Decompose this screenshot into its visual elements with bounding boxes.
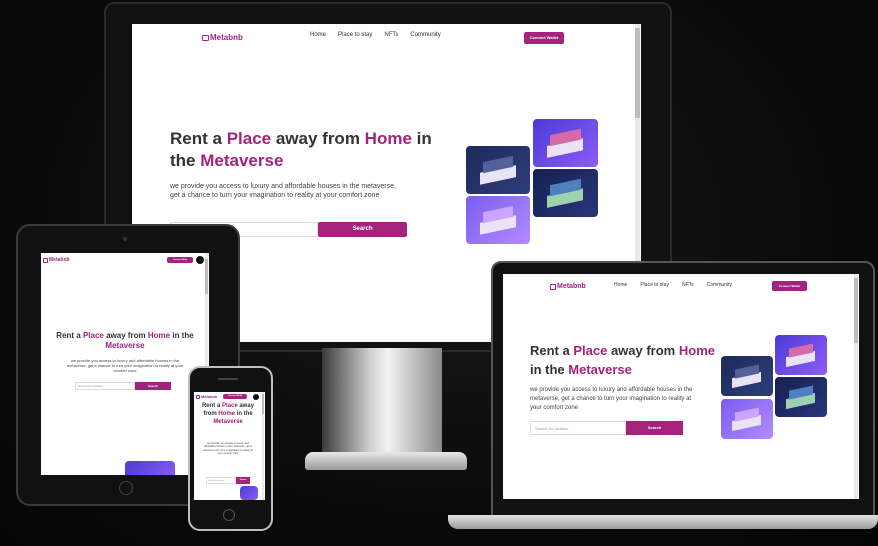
house-icon — [43, 257, 48, 263]
tablet-search-input[interactable]: Search for location — [75, 382, 135, 390]
tablet-home-button[interactable] — [119, 481, 133, 495]
phone-logo[interactable]: Metabnb — [196, 394, 217, 399]
tablet-camera — [123, 237, 127, 241]
nav-place-to-stay[interactable]: Place to stay — [338, 32, 372, 38]
nft-house-1 — [480, 156, 516, 186]
laptop-nav-home[interactable]: Home — [614, 282, 627, 288]
house-icon — [196, 394, 200, 399]
laptop-nft-house-2 — [786, 343, 816, 368]
desktop-stand-base — [305, 452, 467, 470]
phone-nft-image — [240, 486, 258, 500]
nft-house-3 — [547, 179, 584, 209]
laptop-logo[interactable]: Metabnb — [550, 283, 586, 290]
phone-speaker — [218, 378, 238, 380]
nft-house-2 — [547, 129, 584, 159]
laptop-screen: Metabnb Home Place to stay NFTs Communit… — [503, 274, 859, 499]
desktop-logo-text: Metabnb — [210, 33, 243, 42]
laptop-hero-title: Rent a Place away from Home in the Metav… — [530, 343, 715, 377]
laptop-nft-house-4 — [732, 407, 762, 432]
phone-home-button[interactable] — [223, 509, 235, 521]
hero-title: Rent a Place away from Home in the Metav… — [170, 129, 432, 170]
tablet-hero-title: Rent a Place away from Home in the Metav… — [56, 331, 194, 350]
laptop-nft-house-1 — [732, 364, 762, 389]
laptop-nft-image-2 — [775, 335, 827, 375]
laptop-nft-image-3 — [775, 377, 827, 417]
phone-search-button[interactable]: Search — [236, 477, 250, 484]
phone-screen: Metabnb Connect Wallet Rent a Place away… — [194, 392, 265, 500]
laptop-search-input[interactable]: Search for location — [530, 421, 626, 435]
laptop-scrollbar[interactable] — [854, 274, 858, 499]
laptop-nav-place-to-stay[interactable]: Place to stay — [640, 282, 669, 288]
nft-image-4 — [466, 196, 530, 244]
laptop-nav-community[interactable]: Community — [707, 282, 732, 288]
nft-image-1 — [466, 146, 530, 194]
laptop-search-button[interactable]: Search — [626, 421, 683, 435]
nav-community[interactable]: Community — [410, 32, 440, 38]
laptop-nft-house-3 — [786, 385, 816, 410]
desktop-nav: Home Place to stay NFTs Community — [310, 32, 441, 38]
tablet-hero-description: we provide you access to luxury and affo… — [66, 358, 184, 373]
phone-connect-wallet-button[interactable]: Connect Wallet — [223, 394, 247, 399]
nft-image-3 — [533, 169, 598, 217]
desktop-logo[interactable]: Metabnb — [202, 33, 243, 42]
phone-hero-title: Rent a Place away from Home in the Metav… — [201, 403, 255, 425]
search-button[interactable]: Search — [318, 222, 407, 237]
tablet-search-bar: Search for location Search — [75, 382, 171, 390]
tablet-screen: Metabnb Connect Wallet Rent a Place away… — [41, 253, 209, 475]
tablet-logo[interactable]: Metabnb — [43, 257, 70, 263]
phone-search-input[interactable]: Search for location — [206, 477, 236, 484]
hamburger-icon[interactable] — [196, 256, 204, 264]
hero-description: we provide you access to luxury and affo… — [170, 183, 396, 199]
laptop-nav: Home Place to stay NFTs Community — [614, 282, 732, 288]
laptop-nft-image-1 — [721, 356, 773, 396]
laptop-search-bar: Search for location Search — [530, 421, 683, 435]
nft-image-2 — [533, 119, 598, 167]
laptop-base — [448, 515, 878, 529]
nft-house-4 — [480, 206, 516, 236]
phone-hamburger-icon[interactable] — [253, 394, 259, 400]
nav-nfts[interactable]: NFTs — [384, 32, 398, 38]
laptop-nft-image-4 — [721, 399, 773, 439]
phone-scrollbar[interactable] — [262, 392, 264, 500]
nav-home[interactable]: Home — [310, 32, 326, 38]
tablet-connect-wallet-button[interactable]: Connect Wallet — [167, 257, 193, 263]
phone-hero-description: we provide you access to luxury and affo… — [203, 442, 253, 456]
laptop-hero-description: we provide you access to luxury and affo… — [530, 387, 693, 411]
phone-search-bar: Search for location Search — [206, 477, 250, 484]
tablet-nft-image — [125, 461, 175, 475]
house-icon — [550, 283, 556, 290]
connect-wallet-button[interactable]: Connect Wallet — [524, 32, 564, 44]
laptop-nav-nfts[interactable]: NFTs — [682, 282, 694, 288]
desktop-stand-neck — [322, 348, 442, 453]
tablet-search-button[interactable]: Search — [135, 382, 171, 390]
house-icon — [202, 34, 209, 41]
laptop-connect-wallet-button[interactable]: Connect Wallet — [772, 281, 807, 291]
